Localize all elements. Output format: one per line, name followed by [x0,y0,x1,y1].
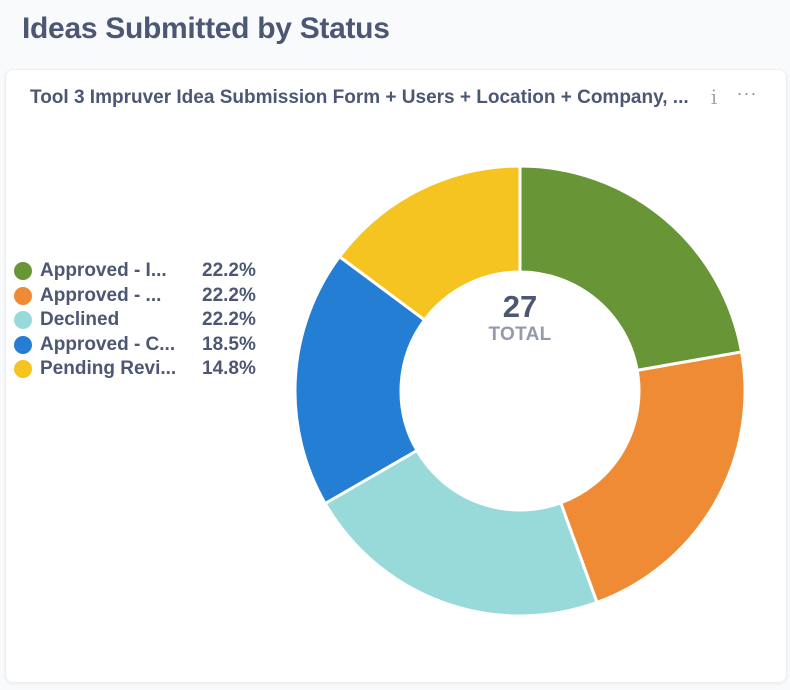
legend-item[interactable]: Pending Revi... 14.8% [14,357,272,382]
legend-item[interactable]: Approved - C... 18.5% [14,333,272,358]
legend-percent: 14.8% [202,358,256,380]
chart-legend: Approved - I... 22.2% Approved - ... 22.2% D… [14,259,272,382]
legend-percent: 22.2% [202,309,256,331]
legend-percent: 22.2% [202,260,256,282]
page-title: Ideas Submitted by Status [22,12,390,45]
legend-item[interactable]: Declined 22.2% [14,308,272,333]
legend-label: Approved - ... [40,284,162,306]
legend-label: Pending Revi... [40,358,177,380]
donut-chart [293,164,747,618]
legend-item[interactable]: Approved - I... 22.2% [14,259,272,284]
legend-label: Declined [40,309,120,331]
legend-label: Approved - I... [40,260,167,282]
legend-swatch [14,335,32,354]
legend-swatch [14,262,32,281]
legend-swatch [14,286,32,305]
donut-center: 27 TOTAL [470,290,570,346]
legend-percent: 18.5% [202,333,256,355]
legend-percent: 22.2% [202,284,256,306]
legend-swatch [14,311,32,330]
legend-item[interactable]: Approved - ... 22.2% [14,284,272,309]
total-value: 27 [502,289,538,324]
total-label: TOTAL [488,324,552,345]
donut-slice[interactable] [558,350,747,605]
legend-swatch [14,360,32,379]
legend-label: Approved - C... [40,333,176,355]
